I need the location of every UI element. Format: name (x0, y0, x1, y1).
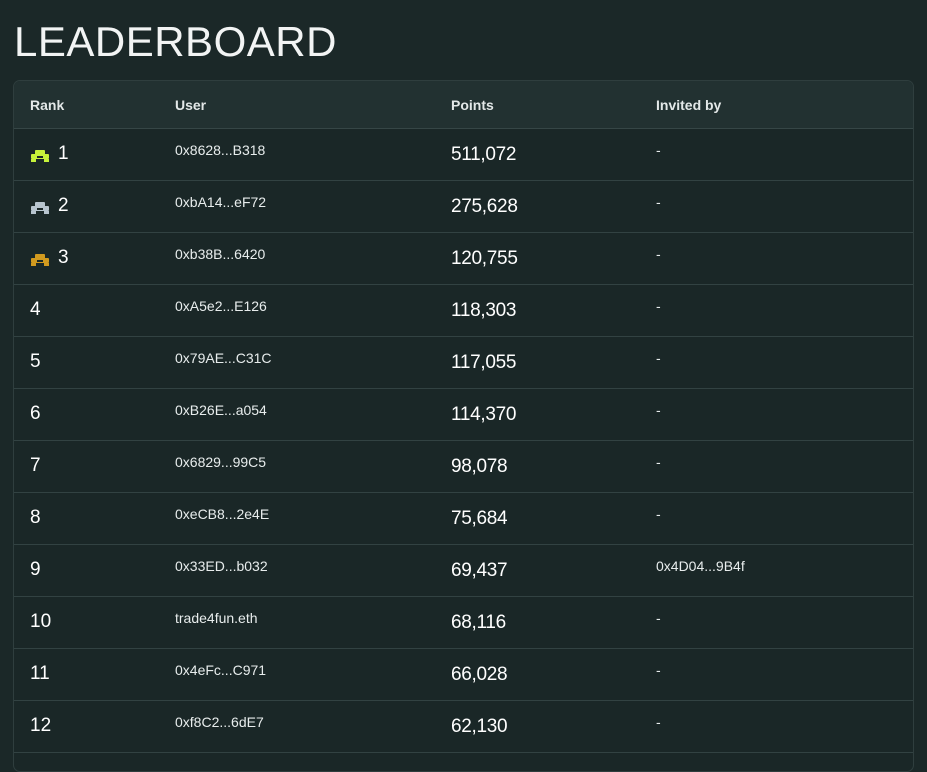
rank-cell: 1 (30, 143, 69, 165)
rank-number: 6 (30, 403, 41, 424)
points-value: 62,130 (451, 716, 508, 737)
table-row[interactable]: 3 0xb38B...6420 120,755 - (14, 233, 913, 285)
table-row[interactable]: 5 0x79AE...C31C 117,055 - (14, 337, 913, 389)
table-row[interactable]: 11 0x4eFc...C971 66,028 - (14, 649, 913, 701)
table-row[interactable]: 4 0xA5e2...E126 118,303 - (14, 285, 913, 337)
points-value: 117,055 (451, 352, 517, 373)
invited-by-value: - (656, 506, 661, 522)
user-address: 0x4eFc...C971 (175, 662, 267, 678)
table-row[interactable]: 6 0xB26E...a054 114,370 - (14, 389, 913, 441)
table-header: Rank User Points Invited by (14, 81, 913, 129)
rank-number: 8 (30, 507, 41, 528)
user-address: 0x33ED...b032 (175, 558, 268, 574)
gold-trophy-icon (30, 147, 50, 162)
page-title: LEADERBOARD (14, 18, 337, 65)
rank-cell: 5 (30, 351, 41, 373)
rank-cell: 3 (30, 247, 69, 269)
user-address: 0xB26E...a054 (175, 402, 267, 418)
invited-by-value: - (656, 402, 661, 418)
user-address: 0x79AE...C31C (175, 350, 272, 366)
points-value: 511,072 (451, 144, 517, 165)
rank-number: 2 (58, 195, 69, 216)
user-address: 0xeCB8...2e4E (175, 506, 270, 522)
invited-by-value: - (656, 662, 661, 678)
user-address: 0xA5e2...E126 (175, 298, 267, 314)
points-value: 98,078 (451, 456, 508, 477)
table-row[interactable]: 9 0x33ED...b032 69,437 0x4D04...9B4f (14, 545, 913, 597)
invited-by-value: - (656, 298, 661, 314)
rank-number: 3 (58, 247, 69, 268)
column-header-invited-by: Invited by (656, 97, 722, 113)
rank-cell: 9 (30, 559, 41, 581)
rank-number: 12 (30, 715, 52, 736)
rank-cell: 6 (30, 403, 41, 425)
user-address: 0x6829...99C5 (175, 454, 267, 470)
points-value: 69,437 (451, 560, 508, 581)
rank-cell: 10 (30, 611, 51, 633)
table-row[interactable]: 10 trade4fun.eth 68,116 - (14, 597, 913, 649)
column-header-points: Points (451, 97, 494, 113)
table-row[interactable]: 2 0xbA14...eF72 275,628 - (14, 181, 913, 233)
points-value: 75,684 (451, 508, 508, 529)
points-value: 120,755 (451, 248, 518, 269)
invited-by-value: - (656, 142, 661, 158)
user-address: trade4fun.eth (175, 610, 258, 626)
user-address: 0x8628...B318 (175, 142, 266, 158)
column-header-user: User (175, 97, 207, 113)
column-header-rank: Rank (30, 97, 65, 113)
silver-trophy-icon (30, 199, 50, 214)
rank-cell: 11 (30, 663, 50, 685)
user-address: 0xbA14...eF72 (175, 194, 267, 210)
table-row[interactable]: 1 0x8628...B318 511,072 - (14, 129, 913, 181)
rank-cell: 2 (30, 195, 69, 217)
invited-by-value: - (656, 194, 661, 210)
points-value: 275,628 (451, 196, 518, 217)
invited-by-value: - (656, 610, 661, 626)
points-value: 118,303 (451, 300, 517, 321)
invited-by-value: - (656, 350, 661, 366)
rank-number: 11 (30, 663, 50, 684)
invited-by-value: 0x4D04...9B4f (656, 558, 745, 574)
points-value: 68,116 (451, 612, 506, 633)
user-address: 0xf8C2...6dE7 (175, 714, 264, 730)
table-row[interactable]: 8 0xeCB8...2e4E 75,684 - (14, 493, 913, 545)
rank-number: 5 (30, 351, 41, 372)
points-value: 114,370 (451, 404, 517, 425)
bronze-trophy-icon (30, 251, 50, 266)
rank-cell: 12 (30, 715, 51, 737)
table-row[interactable]: 7 0x6829...99C5 98,078 - (14, 441, 913, 493)
invited-by-value: - (656, 246, 661, 262)
rank-number: 10 (30, 611, 52, 632)
invited-by-value: - (656, 454, 661, 470)
rank-cell: 8 (30, 507, 41, 529)
rank-number: 1 (58, 143, 69, 164)
leaderboard-table: Rank User Points Invited by 1 0x8628...B3… (13, 80, 914, 772)
rank-number: 7 (30, 455, 41, 476)
rank-number: 4 (30, 299, 41, 320)
rank-number: 9 (30, 559, 41, 580)
rank-cell: 4 (30, 299, 41, 321)
table-row[interactable]: 12 0xf8C2...6dE7 62,130 - (14, 701, 913, 753)
user-address: 0xb38B...6420 (175, 246, 266, 262)
rank-cell: 7 (30, 455, 41, 477)
points-value: 66,028 (451, 664, 508, 685)
invited-by-value: - (656, 714, 661, 730)
